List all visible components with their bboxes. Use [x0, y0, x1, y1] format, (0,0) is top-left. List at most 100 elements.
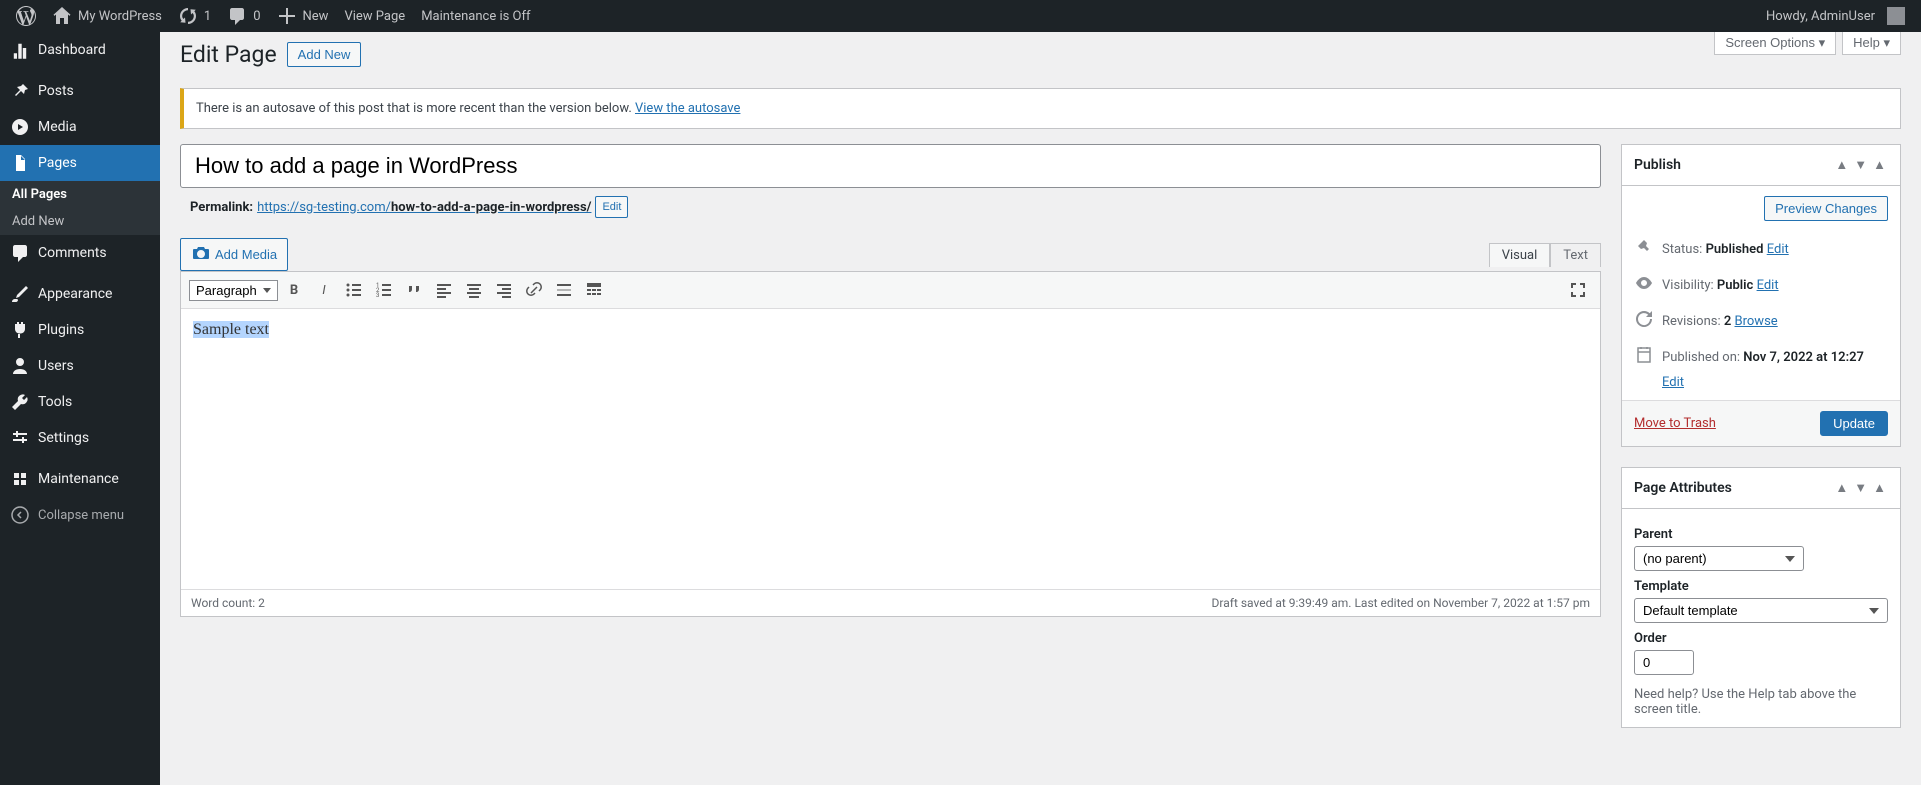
edit-date-link[interactable]: Edit — [1662, 375, 1684, 390]
submenu-add-new[interactable]: Add New — [0, 208, 160, 235]
template-label: Template — [1634, 579, 1888, 594]
view-page-link[interactable]: View Page — [336, 0, 413, 32]
plus-icon — [277, 6, 297, 26]
save-status: Draft saved at 9:39:49 am. Last edited o… — [1212, 596, 1590, 610]
collapse-icon — [10, 505, 30, 525]
submenu-all-pages[interactable]: All Pages — [0, 181, 160, 208]
bullet-list-button[interactable] — [340, 276, 368, 304]
site-name-label: My WordPress — [78, 9, 162, 24]
edit-visibility-link[interactable]: Edit — [1757, 278, 1779, 293]
align-center-button[interactable] — [460, 276, 488, 304]
svg-text:3: 3 — [376, 292, 379, 299]
sliders-icon — [10, 428, 30, 448]
published-row: Published on: Nov 7, 2022 at 12:27 — [1634, 339, 1888, 375]
format-select[interactable]: Paragraph — [189, 280, 278, 301]
editor-tabs: Visual Text — [1489, 243, 1601, 267]
move-to-trash-link[interactable]: Move to Trash — [1634, 416, 1716, 431]
move-up-icon[interactable]: ▲ — [1833, 478, 1850, 498]
blockquote-button[interactable] — [400, 276, 428, 304]
preview-changes-button[interactable]: Preview Changes — [1764, 196, 1888, 221]
parent-label: Parent — [1634, 527, 1888, 542]
page-attributes-box: Page Attributes ▲▼▲ Parent (no parent) T… — [1621, 467, 1901, 728]
home-icon — [52, 6, 72, 26]
move-down-icon[interactable]: ▼ — [1852, 478, 1869, 498]
new-label: New — [303, 9, 329, 24]
bold-button[interactable]: B — [280, 276, 308, 304]
status-row: Status: Published Edit — [1634, 231, 1888, 267]
screen-options-button[interactable]: Screen Options ▾ — [1714, 32, 1836, 55]
menu-plugins[interactable]: Plugins — [0, 312, 160, 348]
eye-icon — [1634, 273, 1654, 297]
edit-status-link[interactable]: Edit — [1767, 242, 1789, 257]
media-icon — [10, 117, 30, 137]
permalink-row: Permalink: https://sg-testing.com/how-to… — [180, 188, 1601, 218]
menu-appearance[interactable]: Appearance — [0, 276, 160, 312]
menu-pages[interactable]: Pages — [0, 145, 160, 181]
readmore-button[interactable] — [550, 276, 578, 304]
account-link[interactable]: Howdy, AdminUser — [1758, 0, 1913, 32]
toggle-panel-icon[interactable]: ▲ — [1871, 478, 1888, 498]
edit-slug-button[interactable]: Edit — [595, 196, 628, 218]
browse-revisions-link[interactable]: Browse — [1735, 314, 1778, 329]
submenu-pages: All Pages Add New — [0, 181, 160, 235]
menu-users[interactable]: Users — [0, 348, 160, 384]
avatar — [1887, 7, 1905, 25]
visibility-row: Visibility: Public Edit — [1634, 267, 1888, 303]
revisions-row: Revisions: 2 Browse — [1634, 303, 1888, 339]
tab-visual[interactable]: Visual — [1489, 243, 1551, 267]
align-left-button[interactable] — [430, 276, 458, 304]
updates-link[interactable]: 1 — [170, 0, 219, 32]
menu-maintenance[interactable]: Maintenance — [0, 461, 160, 497]
maintenance-link[interactable]: Maintenance is Off — [413, 0, 538, 32]
menu-dashboard[interactable]: Dashboard — [0, 32, 160, 68]
pin-icon — [1634, 237, 1654, 261]
admin-menu: Dashboard Posts Media Pages All Pages Ad… — [0, 32, 160, 785]
admin-toolbar: My WordPress 1 0 New View Page Maintenan… — [0, 0, 1921, 32]
template-select[interactable]: Default template — [1634, 598, 1888, 623]
update-button[interactable]: Update — [1820, 411, 1888, 436]
wrench-icon — [10, 392, 30, 412]
maintenance-icon — [10, 469, 30, 489]
add-media-button[interactable]: Add Media — [180, 238, 288, 271]
link-button[interactable] — [520, 276, 548, 304]
attributes-help-text: Need help? Use the Help tab above the sc… — [1634, 687, 1888, 717]
help-button[interactable]: Help ▾ — [1842, 32, 1901, 55]
howdy-label: Howdy, AdminUser — [1766, 9, 1875, 24]
calendar-icon — [1634, 345, 1654, 369]
align-right-button[interactable] — [490, 276, 518, 304]
numbered-list-button[interactable]: 123 — [370, 276, 398, 304]
add-new-button[interactable]: Add New — [287, 42, 362, 67]
menu-tools[interactable]: Tools — [0, 384, 160, 420]
italic-button[interactable]: I — [310, 276, 338, 304]
menu-settings[interactable]: Settings — [0, 420, 160, 456]
publish-title: Publish — [1634, 157, 1681, 173]
move-down-icon[interactable]: ▼ — [1852, 155, 1869, 175]
menu-posts[interactable]: Posts — [0, 73, 160, 109]
editor-body[interactable]: Sample text — [181, 309, 1600, 589]
menu-comments[interactable]: Comments — [0, 235, 160, 271]
new-content-link[interactable]: New — [269, 0, 337, 32]
plug-icon — [10, 320, 30, 340]
toolbar-toggle-button[interactable] — [580, 276, 608, 304]
toggle-panel-icon[interactable]: ▲ — [1871, 155, 1888, 175]
permalink-link[interactable]: https://sg-testing.com/how-to-add-a-page… — [257, 200, 591, 215]
page-icon — [10, 153, 30, 173]
camera-icon — [191, 243, 211, 266]
order-input[interactable] — [1634, 650, 1694, 675]
menu-collapse[interactable]: Collapse menu — [0, 497, 160, 533]
view-autosave-link[interactable]: View the autosave — [635, 101, 740, 116]
fullscreen-button[interactable] — [1564, 276, 1592, 304]
tab-text[interactable]: Text — [1550, 243, 1601, 267]
title-input[interactable] — [180, 144, 1601, 188]
parent-select[interactable]: (no parent) — [1634, 546, 1804, 571]
publish-box: Publish ▲▼▲ Preview Changes Status: Publ… — [1621, 144, 1901, 447]
site-name-link[interactable]: My WordPress — [44, 0, 170, 32]
move-up-icon[interactable]: ▲ — [1833, 155, 1850, 175]
page-heading: Edit Page Add New — [180, 32, 1901, 68]
menu-media[interactable]: Media — [0, 109, 160, 145]
comments-link[interactable]: 0 — [219, 0, 268, 32]
notice-text: There is an autosave of this post that i… — [196, 101, 635, 116]
editor-toolbar: Paragraph B I 123 — [181, 272, 1600, 309]
wordpress-logo[interactable] — [8, 0, 44, 32]
pin-icon — [10, 81, 30, 101]
